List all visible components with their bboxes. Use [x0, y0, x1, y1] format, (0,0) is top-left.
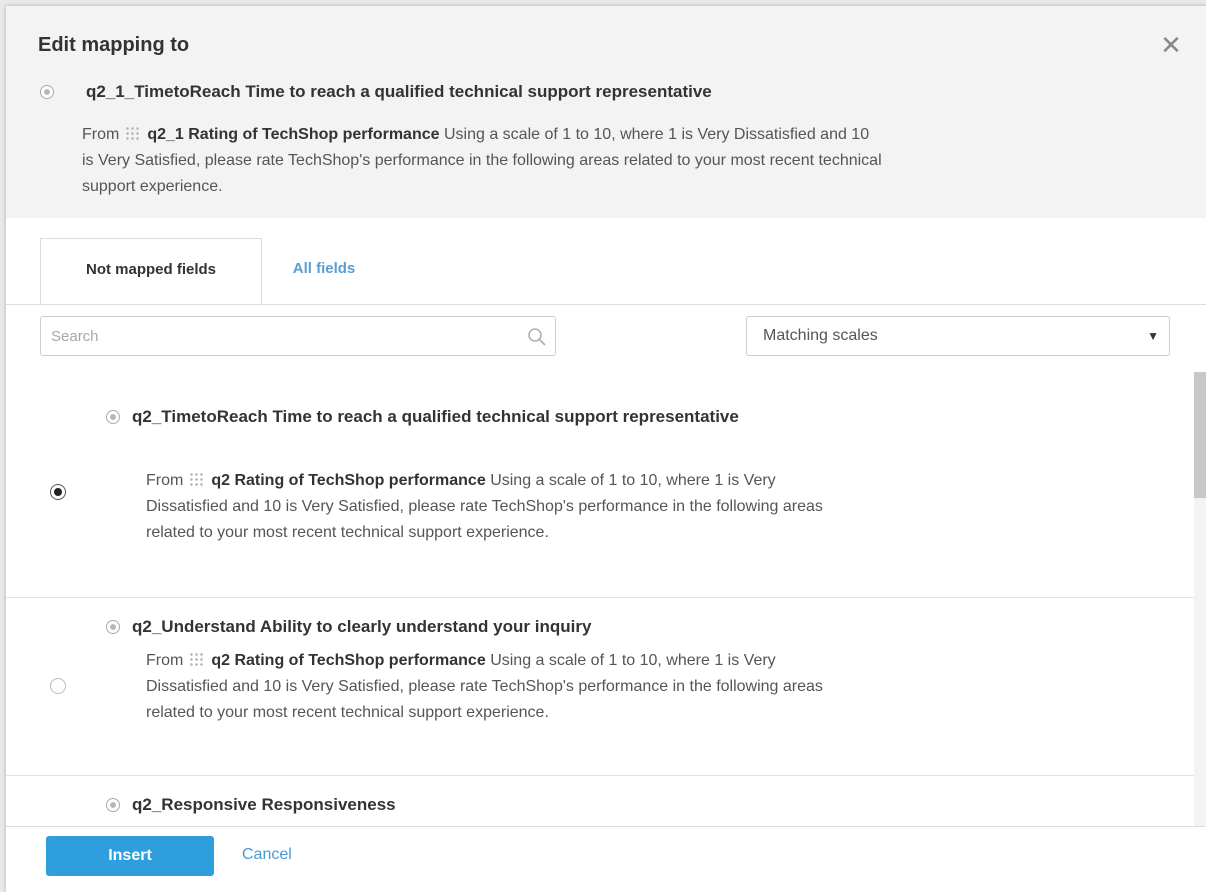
field-type-icon	[106, 410, 120, 424]
source-question-name: q2_1 Rating of TechShop performance	[147, 126, 440, 143]
cancel-button[interactable]: Cancel	[242, 846, 292, 864]
option-field-label: q2_TimetoReach Time to reach a qualified…	[132, 407, 739, 426]
from-label: From	[146, 472, 184, 489]
option-field-name: q2_Understand Ability to clearly underst…	[104, 612, 804, 642]
from-label: From	[82, 126, 120, 143]
option-field-label: q2_Understand Ability to clearly underst…	[132, 617, 592, 636]
grid-question-icon	[125, 126, 140, 140]
target-field-name: q2_1_TimetoReach Time to reach a qualifi…	[86, 82, 712, 101]
grid-question-icon	[189, 472, 204, 486]
edit-mapping-dialog: Edit mapping to ✕ q2_1_TimetoReach Time …	[6, 6, 1206, 892]
select-radio[interactable]	[50, 678, 66, 694]
option-source-description: From q2 Rating of TechShop performance Us…	[146, 468, 836, 546]
option-field-name: q2_Responsive Responsiveness	[104, 790, 804, 820]
option-field-name: q2_TimetoReach Time to reach a qualified…	[104, 402, 804, 432]
tab-not-mapped-fields[interactable]: Not mapped fields	[40, 238, 262, 304]
search-input[interactable]	[41, 317, 521, 355]
search-icon[interactable]	[527, 327, 547, 347]
field-option-list: q2_TimetoReach Time to reach a qualified…	[6, 372, 1206, 826]
dialog-header: Edit mapping to ✕ q2_1_TimetoReach Time …	[6, 6, 1206, 218]
scale-filter-select[interactable]: Matching scales ▼	[746, 316, 1170, 356]
source-question-name: q2 Rating of TechShop performance	[211, 652, 486, 669]
list-item[interactable]: q2_TimetoReach Time to reach a qualified…	[6, 372, 1194, 598]
scrollbar-thumb[interactable]	[1194, 372, 1206, 498]
option-field-label: q2_Responsive Responsiveness	[132, 795, 396, 814]
insert-button[interactable]: Insert	[46, 836, 214, 876]
chevron-down-icon: ▼	[1147, 329, 1159, 343]
field-type-icon	[106, 620, 120, 634]
from-label: From	[146, 652, 184, 669]
option-source-description: From q2 Rating of TechShop performance Us…	[146, 648, 836, 726]
close-icon[interactable]: ✕	[1158, 32, 1184, 58]
search-box	[40, 316, 556, 356]
scale-filter-value: Matching scales	[763, 327, 878, 344]
list-item[interactable]: q2_Responsive Responsiveness	[6, 776, 1194, 826]
field-type-icon	[40, 85, 54, 99]
field-type-icon	[106, 798, 120, 812]
target-source-description: From q2_1 Rating of TechShop performance …	[82, 122, 882, 200]
dialog-title: Edit mapping to	[38, 34, 190, 56]
tab-all-fields[interactable]: All fields	[268, 238, 380, 304]
list-item[interactable]: q2_Understand Ability to clearly underst…	[6, 598, 1194, 776]
source-question-name: q2 Rating of TechShop performance	[211, 472, 486, 489]
select-radio[interactable]	[50, 484, 66, 500]
grid-question-icon	[189, 652, 204, 666]
